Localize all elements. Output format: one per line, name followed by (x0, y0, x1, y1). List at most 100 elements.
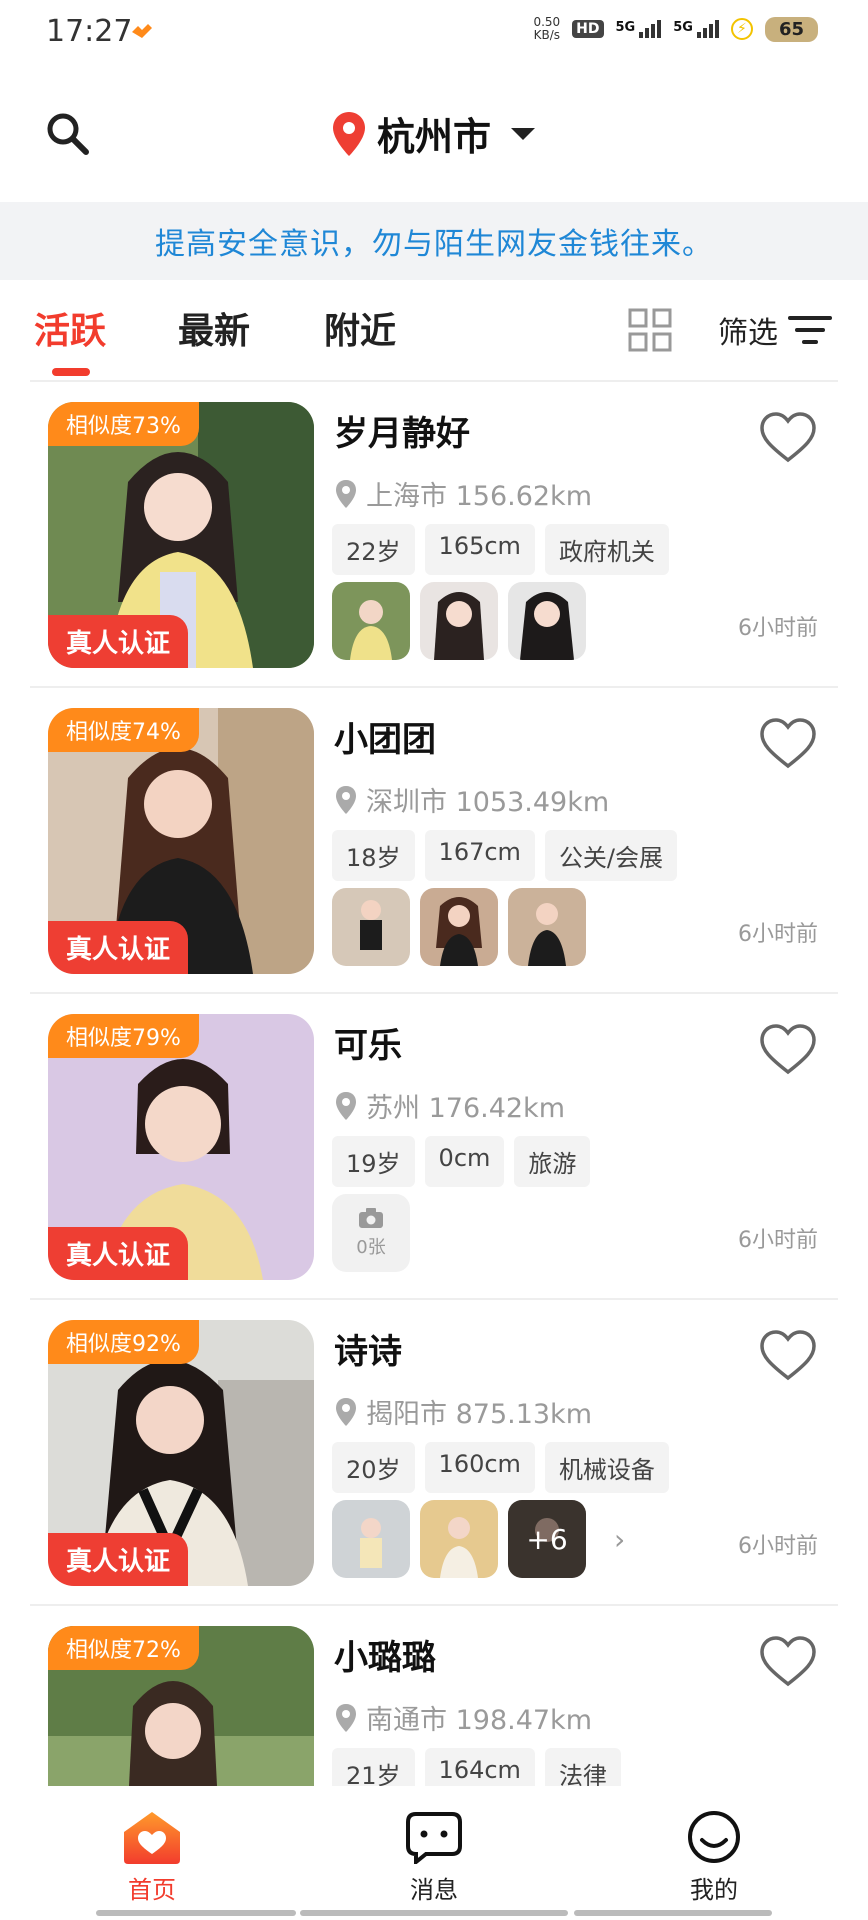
empty-photos-placeholder[interactable]: 0张 (332, 1194, 410, 1272)
profile-name: 诗诗 (334, 1332, 402, 1372)
heart-icon[interactable] (760, 412, 816, 464)
photo-thumbnail[interactable] (508, 888, 586, 966)
profile-card[interactable]: 相似度92% 真人认证 诗诗 揭阳市 875.13km 20岁 160cm 机械… (0, 1300, 868, 1606)
city-name: 杭州市 (376, 115, 491, 159)
verified-badge: 真人认证 (48, 1533, 189, 1586)
profile-name: 小璐璐 (334, 1638, 436, 1678)
occupation-tag: 法律 (544, 1748, 621, 1786)
heart-icon[interactable] (760, 1636, 816, 1688)
gesture-bar (300, 1910, 568, 1916)
profile-tags: 21岁 164cm 法律 (332, 1748, 621, 1786)
photo-thumbnails: 0张 (332, 1194, 410, 1272)
profile-location: 上海市 156.62km (336, 474, 592, 513)
safety-notice-text: 提高安全意识，勿与陌生网友金钱往来。 (155, 227, 713, 262)
age-tag: 22岁 (332, 524, 415, 575)
profile-location: 南通市 198.47km (336, 1698, 592, 1737)
nav-home[interactable]: 首页 (92, 1810, 212, 1905)
profile-list: 相似度73% 真人认证 岁月静好 上海市 156.62km 22岁 165cm … (0, 382, 868, 1786)
profile-card[interactable]: 相似度72% 小璐璐 南通市 198.47km 21岁 164cm 法律 (0, 1606, 868, 1786)
profile-photo[interactable]: 相似度79% 真人认证 (48, 1014, 314, 1280)
photo-thumbnail[interactable] (508, 582, 586, 660)
gesture-bar (574, 1910, 772, 1916)
chevron-down-icon (511, 127, 535, 140)
age-tag: 20岁 (332, 1442, 415, 1493)
last-active-time: 6小时前 (738, 1534, 818, 1559)
photo-thumbnails: +6 › (332, 1500, 625, 1578)
photo-thumbnail[interactable] (420, 1500, 498, 1578)
profile-tags: 22岁 165cm 政府机关 (332, 524, 669, 575)
profile-photo[interactable]: 相似度74% 真人认证 (48, 708, 314, 974)
charging-icon: ⚡ (730, 18, 753, 40)
photo-thumbnail[interactable] (332, 1500, 410, 1578)
nav-home-label: 首页 (128, 1876, 176, 1904)
heart-icon[interactable] (760, 1024, 816, 1076)
chevron-right-icon[interactable]: › (614, 1523, 625, 1556)
location-pin-icon (336, 479, 356, 508)
profile-card[interactable]: 相似度74% 真人认证 小团团 深圳市 1053.49km 18岁 167cm … (0, 688, 868, 994)
verified-badge: 真人认证 (48, 1227, 189, 1280)
verified-badge: 真人认证 (48, 921, 189, 974)
top-header: 杭州市 (0, 66, 868, 202)
profile-location: 苏州 176.42km (336, 1086, 565, 1125)
filter-button[interactable]: 筛选 (718, 308, 832, 352)
gesture-bar (96, 1910, 296, 1916)
photo-thumbnail[interactable] (420, 888, 498, 966)
photo-count: 0张 (356, 1237, 386, 1258)
bottom-navigation: 首页 消息 我的 (0, 1786, 868, 1920)
photo-thumbnail[interactable] (332, 888, 410, 966)
more-photos-thumbnail[interactable]: +6 (508, 1500, 586, 1578)
last-active-time: 6小时前 (738, 1228, 818, 1253)
similarity-badge: 相似度79% (48, 1014, 199, 1058)
profile-photo[interactable]: 相似度72% (48, 1626, 314, 1786)
photo-thumbnail[interactable] (332, 582, 410, 660)
nav-profile-label: 我的 (690, 1876, 738, 1904)
location-pin-icon (332, 111, 365, 156)
profile-tags: 20岁 160cm 机械设备 (332, 1442, 669, 1493)
heart-icon[interactable] (760, 718, 816, 770)
profile-name: 小团团 (334, 720, 436, 760)
profile-name: 可乐 (334, 1026, 402, 1066)
app-notification-icon (132, 24, 152, 38)
profile-photo[interactable]: 相似度73% 真人认证 (48, 402, 314, 668)
profile-tags: 19岁 0cm 旅游 (332, 1136, 591, 1187)
location-pin-icon (336, 785, 356, 814)
grid-view-icon[interactable] (628, 308, 672, 352)
nav-messages-label: 消息 (410, 1876, 458, 1904)
tab-nearby[interactable]: 附近 (324, 302, 396, 354)
profile-photo[interactable]: 相似度92% 真人认证 (48, 1320, 314, 1586)
profile-location: 深圳市 1053.49km (336, 780, 609, 819)
tab-active[interactable]: 活跃 (34, 302, 106, 354)
hd-voice-badge: HD (572, 20, 604, 38)
similarity-badge: 相似度92% (48, 1320, 199, 1364)
photo-thumbnails (332, 582, 586, 660)
profile-card[interactable]: 相似度79% 真人认证 可乐 苏州 176.42km 19岁 0cm 旅游 0张… (0, 994, 868, 1300)
tab-latest[interactable]: 最新 (178, 302, 250, 354)
battery-level: 65 (764, 16, 818, 42)
nav-messages[interactable]: 消息 (374, 1810, 494, 1905)
location-pin-icon (336, 1091, 356, 1120)
network-speed: 0.50 KB/s (533, 15, 561, 42)
signal-strength-icon: 5G (616, 20, 662, 38)
height-tag: 167cm (424, 830, 535, 881)
height-tag: 164cm (424, 1748, 535, 1786)
nav-profile[interactable]: 我的 (654, 1810, 774, 1905)
filter-label: 筛选 (718, 316, 778, 351)
photo-thumbnails (332, 888, 586, 966)
last-active-time: 6小时前 (738, 616, 818, 641)
safety-notice-banner: 提高安全意识，勿与陌生网友金钱往来。 (0, 202, 868, 280)
verified-badge: 真人认证 (48, 615, 189, 668)
profile-card[interactable]: 相似度73% 真人认证 岁月静好 上海市 156.62km 22岁 165cm … (0, 382, 868, 688)
city-selector[interactable]: 杭州市 (0, 106, 868, 161)
similarity-badge: 相似度73% (48, 402, 199, 446)
age-tag: 19岁 (332, 1136, 415, 1187)
heart-icon[interactable] (760, 1330, 816, 1382)
filter-icon (788, 316, 832, 344)
occupation-tag: 政府机关 (544, 524, 669, 575)
occupation-tag: 机械设备 (544, 1442, 669, 1493)
location-pin-icon (336, 1397, 356, 1426)
last-active-time: 6小时前 (738, 922, 818, 947)
profile-name: 岁月静好 (334, 414, 470, 454)
chat-icon (406, 1812, 462, 1864)
age-tag: 21岁 (332, 1748, 415, 1786)
photo-thumbnail[interactable] (420, 582, 498, 660)
